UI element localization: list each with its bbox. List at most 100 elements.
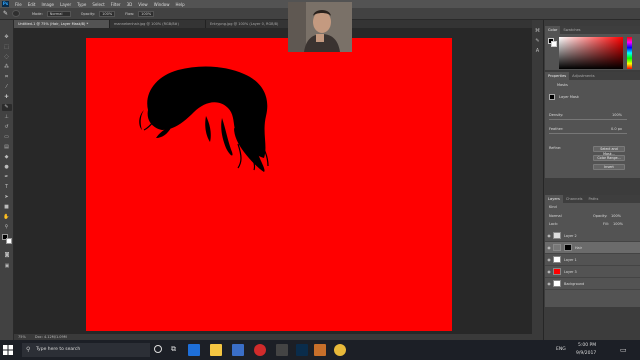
crop-tool-icon[interactable]: ⌗ (2, 74, 12, 81)
color-panel-background[interactable] (551, 41, 557, 47)
language-indicator[interactable]: ENG (556, 347, 566, 352)
feather-slider[interactable] (549, 133, 627, 134)
tab-paths[interactable]: Paths (586, 195, 602, 203)
app-icon[interactable] (276, 344, 288, 356)
feather-value[interactable]: 0.0 px (611, 127, 622, 131)
blend-mode-select[interactable]: Normal (549, 214, 562, 218)
background-color-swatch[interactable] (6, 238, 12, 244)
layer-mask-thumbnail[interactable] (564, 244, 572, 251)
photoshop-logo: Ps (2, 1, 9, 7)
color-range-button[interactable]: Color Range... (593, 155, 625, 161)
invert-button[interactable]: Invert (593, 164, 625, 170)
windows-start-icon[interactable] (3, 345, 13, 355)
brush-panel-icon[interactable]: ✎ (533, 38, 543, 45)
opacity-input[interactable]: 100% (99, 10, 116, 17)
path-select-tool-icon[interactable]: ➤ (2, 194, 12, 201)
notifications-icon[interactable]: ▭ (620, 346, 627, 354)
menu-edit[interactable]: Edit (28, 2, 36, 7)
tab-mannekenhair[interactable]: mannekenhair.jpg @ 100% (RGB/8#) (110, 20, 206, 28)
select-and-mask-button[interactable]: Select and Mask... (593, 146, 625, 156)
store-icon[interactable] (232, 344, 244, 356)
layer-row[interactable]: ◉ Layer 3 (545, 266, 640, 278)
clock-time[interactable]: 5:00 PM (578, 343, 596, 348)
menu-help[interactable]: Help (175, 2, 184, 7)
file-explorer-icon[interactable] (210, 344, 222, 356)
density-label: Density: (549, 113, 564, 117)
task-view-icon[interactable]: ⧉ (171, 345, 176, 354)
density-value[interactable]: 100% (612, 113, 622, 117)
layer-row[interactable]: ◉ Layer 1 (545, 254, 640, 266)
hand-tool-icon[interactable]: ✋ (2, 214, 12, 221)
healing-tool-icon[interactable]: ✚ (2, 94, 12, 101)
tab-adjustments[interactable]: Adjustments (569, 72, 598, 80)
clock-date[interactable]: 9/9/2017 (576, 351, 596, 356)
zoom-tool-icon[interactable]: ⚲ (2, 224, 12, 231)
marquee-tool-icon[interactable]: ⬚ (2, 44, 12, 51)
media-icon[interactable] (254, 344, 266, 356)
taskbar-search-box[interactable]: ⚲ Type here to search (22, 343, 150, 357)
visibility-eye-icon[interactable]: ◉ (545, 245, 553, 250)
tab-properties[interactable]: Properties (545, 72, 570, 80)
menu-filter[interactable]: Filter (111, 2, 121, 7)
tab-channels[interactable]: Channels (563, 195, 586, 203)
tab-layers[interactable]: Layers (545, 195, 563, 203)
brush-tool-icon[interactable]: ✎ (1, 104, 12, 111)
visibility-eye-icon[interactable]: ◉ (545, 281, 553, 286)
layer-opacity-value[interactable]: 100% (611, 214, 621, 218)
flow-input[interactable]: 100% (138, 10, 155, 17)
density-slider[interactable] (549, 119, 627, 120)
chrome-icon[interactable] (334, 344, 346, 356)
history-panel-icon[interactable]: ⌘ (533, 28, 543, 35)
fill-value[interactable]: 100% (613, 222, 623, 226)
blur-tool-icon[interactable]: ◆ (2, 154, 12, 161)
quick-mask-icon[interactable]: ◙ (2, 252, 12, 259)
visibility-eye-icon[interactable]: ◉ (545, 269, 553, 274)
hue-slider[interactable] (627, 37, 632, 69)
pen-tool-icon[interactable]: ✒ (2, 174, 12, 181)
tab-color[interactable]: Color (545, 26, 561, 34)
gradient-tool-icon[interactable]: ▤ (2, 144, 12, 151)
mode-label: Mode: (32, 11, 43, 16)
tab-swatches[interactable]: Swatches (560, 26, 583, 34)
menu-layer[interactable]: Layer (60, 2, 71, 7)
brush-tool-icon[interactable]: ✎ (3, 10, 8, 17)
menu-type[interactable]: Type (77, 2, 86, 7)
menu-window[interactable]: Window (154, 2, 170, 7)
properties-section-title: Masks (557, 83, 568, 87)
menu-file[interactable]: File (15, 2, 22, 7)
cortana-icon[interactable] (154, 345, 162, 353)
screen-mode-icon[interactable]: ▣ (2, 263, 12, 270)
photoshop-taskbar-icon[interactable] (296, 344, 308, 356)
mode-select[interactable]: Normal (46, 10, 71, 17)
document-canvas[interactable] (86, 38, 452, 331)
layer-row-selected[interactable]: ◉ Hair (545, 242, 640, 254)
shape-tool-icon[interactable]: ■ (2, 204, 12, 211)
move-tool-icon[interactable]: ✥ (2, 34, 12, 41)
brush-preset-picker[interactable] (12, 10, 21, 17)
menu-view[interactable]: View (138, 2, 148, 7)
zoom-level[interactable]: 75% (18, 335, 26, 339)
eraser-tool-icon[interactable]: ▭ (2, 134, 12, 141)
visibility-eye-icon[interactable]: ◉ (545, 257, 553, 262)
tab-untitled-1[interactable]: Untitled-1 @ 75% (Hair, Layer Mask/8) * (14, 20, 110, 28)
color-swatches[interactable] (2, 234, 12, 244)
lasso-tool-icon[interactable]: ◌ (2, 54, 12, 61)
dodge-tool-icon[interactable]: ● (2, 164, 12, 171)
menu-image[interactable]: Image (41, 2, 54, 7)
color-panel-tabs: Color Swatches (545, 26, 640, 34)
layer-row[interactable]: ◉ Background (545, 278, 640, 290)
type-tool-icon[interactable]: T (2, 184, 12, 191)
layer-filter-kind[interactable]: Kind (549, 205, 557, 209)
menu-select[interactable]: Select (92, 2, 104, 7)
character-panel-icon[interactable]: A (533, 48, 543, 55)
history-brush-tool-icon[interactable]: ↺ (2, 124, 12, 131)
edge-icon[interactable] (188, 344, 200, 356)
active-app-icon[interactable] (314, 344, 326, 356)
color-field[interactable] (559, 37, 623, 69)
menu-3d[interactable]: 3D (127, 2, 133, 7)
clone-stamp-tool-icon[interactable]: ⊥ (2, 114, 12, 121)
layer-row[interactable]: ◉ Layer 2 (545, 230, 640, 242)
eyedropper-tool-icon[interactable]: ⁄ (2, 84, 12, 91)
visibility-eye-icon[interactable]: ◉ (545, 233, 553, 238)
quick-select-tool-icon[interactable]: ⁂ (2, 64, 12, 71)
